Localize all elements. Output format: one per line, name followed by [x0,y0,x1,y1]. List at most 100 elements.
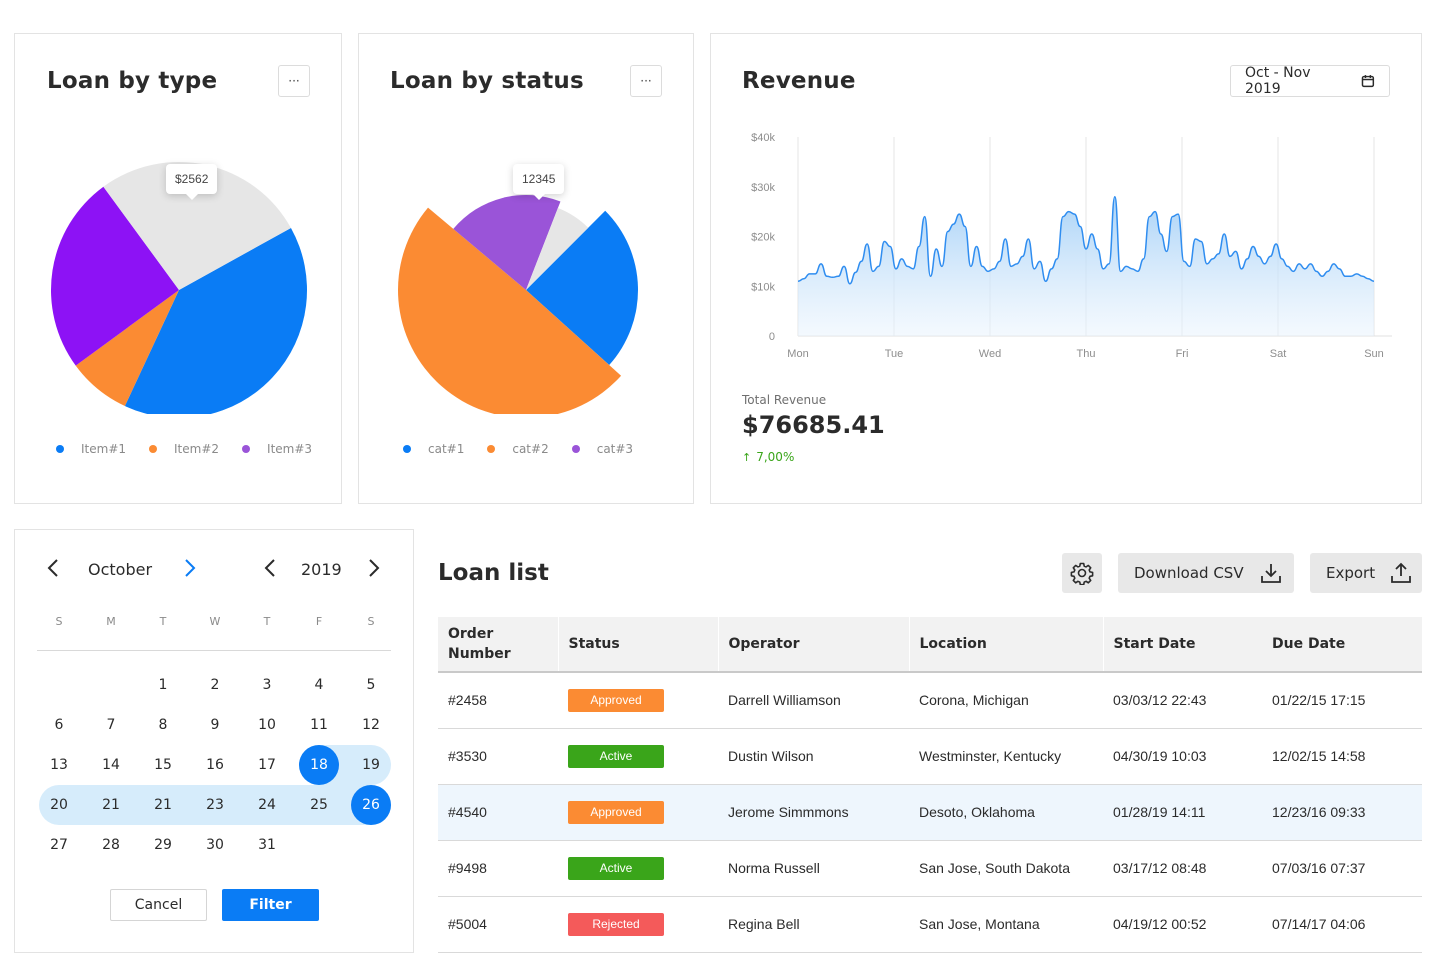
export-label: Export [1326,564,1376,582]
calendar-day[interactable]: 25 [299,785,339,825]
loan-by-type-title: Loan by type [47,68,218,94]
filter-button[interactable]: Filter [222,889,319,921]
more-options-button[interactable]: ··· [278,65,310,97]
revenue-change-value: 7,00% [756,450,795,464]
table-row[interactable]: #3530 Active Dustin Wilson Westminster, Ken… [438,728,1422,785]
calendar-day[interactable]: 1 [143,665,183,705]
column-header[interactable]: Status [558,617,719,673]
upload-icon [1391,562,1411,583]
date-range-picker[interactable]: Oct - Nov 2019 [1230,65,1390,97]
calendar-day[interactable]: 17 [247,745,287,785]
table-row[interactable]: #9498 Active Norma Russell San Jose, South … [438,840,1422,897]
calendar-day[interactable]: 21 [143,785,183,825]
calendar-day[interactable]: 23 [195,785,235,825]
calendar-day[interactable]: 16 [195,745,235,785]
location-cell: Corona, Michigan [909,672,1103,729]
location-cell: San Jose, Montana [909,896,1103,953]
table-row[interactable]: #4540 Approved Jerome Simmmons Desoto, Okla… [438,784,1422,841]
weekday-label: T [159,615,167,628]
legend-dot [403,445,411,453]
calendar-day[interactable]: 11 [299,705,339,745]
more-options-button[interactable]: ··· [630,65,662,97]
calendar-day[interactable]: 18 [299,745,339,785]
revenue-change: ↑ 7,00% [742,450,794,464]
date-range-label: Oct - Nov 2019 [1245,65,1311,97]
calendar-day[interactable]: 27 [39,825,79,865]
loan-list-title: Loan list [438,560,549,586]
column-header[interactable]: Order Number [438,617,559,673]
y-tick-label: $10k [751,281,775,293]
legend-item[interactable]: Item#2 [149,442,219,456]
calendar-card: October 2019 S M T W T F S 1 2 3 4 5 6 7 8 9 10 11 12 13 14 1… [14,529,414,953]
loan-by-status-pie [398,195,638,414]
x-tick-label: Fri [1176,348,1189,360]
calendar-day[interactable]: 10 [247,705,287,745]
legend-item[interactable]: Item#1 [56,442,126,456]
cancel-button[interactable]: Cancel [110,889,207,921]
calendar-day[interactable]: 13 [39,745,79,785]
calendar-day[interactable]: 6 [39,705,79,745]
calendar-day[interactable]: 20 [39,785,79,825]
calendar-day[interactable]: 12 [351,705,391,745]
legend-item[interactable]: cat#2 [487,442,549,456]
legend-label: Item#2 [174,442,220,456]
legend-label: Item#3 [267,442,313,456]
legend-label: Item#1 [81,442,127,456]
calendar-day[interactable]: 31 [247,825,287,865]
operator-cell: Norma Russell [718,840,909,897]
calendar-day[interactable]: 28 [91,825,131,865]
revenue-title: Revenue [742,68,856,94]
calendar-day[interactable]: 15 [143,745,183,785]
calendar-day[interactable]: 30 [195,825,235,865]
download-csv-label: Download CSV [1134,564,1244,582]
calendar-day[interactable]: 21 [91,785,131,825]
table-header-row: Order Number Status Operator Location St… [438,617,1422,673]
divider [37,650,391,651]
x-tick-label: Wed [979,348,1001,360]
calendar-day[interactable]: 14 [91,745,131,785]
order-number-cell: #5004 [438,896,558,953]
weekday-label: S [55,615,63,628]
calendar-day[interactable]: 29 [143,825,183,865]
pie-tooltip: $2562 [166,164,218,200]
x-tick-label: Tue [885,348,904,360]
calendar-day[interactable]: 24 [247,785,287,825]
ellipsis-icon: ··· [288,74,300,88]
column-header[interactable]: Operator [718,617,910,673]
column-header[interactable]: Due Date [1262,617,1422,673]
weekday-label: W [209,615,221,628]
calendar-day[interactable]: 26 [351,785,391,825]
legend-dot [242,445,251,453]
calendar-day[interactable]: 3 [247,665,287,705]
calendar-day[interactable]: 8 [143,705,183,745]
legend-item[interactable]: Item#3 [242,442,312,456]
table-row[interactable]: #5004 Rejected Regina Bell San Jose, Montan… [438,896,1422,953]
calendar-day[interactable]: 5 [351,665,391,705]
due-date-cell: 12/02/15 14:58 [1262,728,1422,785]
calendar-day[interactable]: 2 [195,665,235,705]
start-date-cell: 01/28/19 14:11 [1103,784,1262,841]
legend-label: cat#1 [428,442,465,456]
legend-dot [487,445,496,453]
settings-button[interactable] [1062,553,1102,593]
calendar-day[interactable]: 19 [351,745,391,785]
calendar-grid: S M T W T F S 1 2 3 4 5 6 7 8 9 10 11 12 13 14 15 16 17 18 19 20 21… [15,530,415,954]
order-number-cell: #4540 [438,784,558,841]
legend-item[interactable]: cat#1 [403,442,464,456]
location-cell: San Jose, South Dakota [909,840,1103,897]
download-icon [1261,564,1281,583]
export-button[interactable]: Export [1310,553,1422,593]
download-csv-button[interactable]: Download CSV [1118,553,1294,593]
start-date-cell: 03/17/12 08:48 [1103,840,1262,897]
legend-item[interactable]: cat#3 [571,442,634,456]
legend-label: cat#3 [596,442,634,456]
table-row[interactable]: #2458 Approved Darrell Williamson Corona, M… [438,672,1422,729]
loan-by-status-title: Loan by status [390,68,584,94]
column-header[interactable]: Location [909,617,1104,673]
loan-table: Order Number Status Operator Location St… [438,617,1422,953]
calendar-day[interactable]: 9 [195,705,235,745]
column-header[interactable]: Start Date [1103,617,1262,673]
start-date-cell: 04/30/19 10:03 [1103,728,1262,785]
calendar-day[interactable]: 7 [91,705,131,745]
calendar-day[interactable]: 4 [299,665,339,705]
